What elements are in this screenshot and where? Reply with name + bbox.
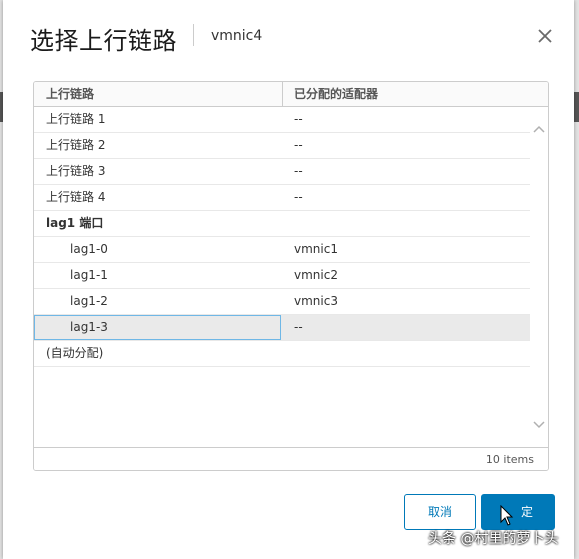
- table-row[interactable]: lag1-0 vmnic1: [34, 237, 530, 263]
- table-row[interactable]: (自动分配): [34, 341, 530, 367]
- close-icon: [538, 29, 552, 43]
- watermark: 头条 @村里的萝卜头: [428, 531, 559, 547]
- table-row-group-header: lag1 端口: [34, 211, 530, 237]
- cancel-button[interactable]: 取消: [404, 494, 476, 530]
- uplink-cell: lag1-1: [70, 268, 108, 282]
- table-row[interactable]: 上行链路 3 --: [34, 159, 530, 185]
- mouse-pointer-icon: [500, 505, 514, 526]
- column-header-uplink[interactable]: 上行链路: [46, 82, 94, 106]
- chevron-up-icon[interactable]: [532, 123, 546, 137]
- dialog-subtitle: vmnic4: [211, 28, 263, 44]
- grid-body: 上行链路 1 -- 上行链路 2 -- 上行链路 3 -- 上行链路 4 -- …: [34, 107, 530, 367]
- table-row[interactable]: 上行链路 4 --: [34, 185, 530, 211]
- select-uplink-dialog: 选择上行链路 vmnic4 上行链路 已分配的适配器 上行链路 1 -- 上行链…: [3, 0, 574, 559]
- table-row[interactable]: 上行链路 2 --: [34, 133, 530, 159]
- table-row-selected[interactable]: lag1-3 --: [34, 315, 530, 341]
- adapter-cell: vmnic1: [294, 242, 338, 256]
- lag-group-label: lag1 端口: [46, 216, 104, 230]
- backdrop-strip-right: [574, 92, 579, 122]
- uplink-cell: 上行链路 2: [46, 138, 106, 152]
- uplink-cell: 上行链路 4: [46, 190, 106, 204]
- adapter-cell: vmnic2: [294, 268, 338, 282]
- uplink-cell: 上行链路 1: [46, 112, 106, 126]
- table-row[interactable]: lag1-1 vmnic2: [34, 263, 530, 289]
- table-row[interactable]: 上行链路 1 --: [34, 107, 530, 133]
- dialog-title: 选择上行链路: [30, 27, 177, 55]
- adapter-cell: --: [294, 112, 303, 126]
- adapter-cell: --: [294, 164, 303, 178]
- grid-footer: 10 items: [34, 447, 548, 470]
- adapter-cell: --: [294, 190, 303, 204]
- adapter-cell: --: [294, 138, 303, 152]
- uplink-cell: (自动分配): [46, 346, 104, 360]
- uplink-cell: lag1-2: [70, 294, 108, 308]
- uplink-cell: lag1-3: [70, 320, 108, 334]
- uplink-grid: 上行链路 已分配的适配器 上行链路 1 -- 上行链路 2 -- 上行链路 3 …: [33, 81, 549, 471]
- vertical-scrollbar[interactable]: [530, 107, 548, 447]
- adapter-cell: vmnic3: [294, 294, 338, 308]
- column-header-adapter[interactable]: 已分配的适配器: [294, 82, 378, 106]
- uplink-cell: 上行链路 3: [46, 164, 106, 178]
- grid-header: 上行链路 已分配的适配器: [34, 82, 548, 107]
- item-count: 10 items: [485, 453, 534, 466]
- adapter-cell: --: [294, 320, 303, 334]
- table-row[interactable]: lag1-2 vmnic3: [34, 289, 530, 315]
- uplink-cell: lag1-0: [70, 242, 108, 256]
- chevron-down-icon[interactable]: [532, 417, 546, 431]
- title-divider: [193, 24, 194, 46]
- close-button[interactable]: [533, 24, 557, 48]
- ok-button[interactable]: 定: [481, 494, 555, 530]
- column-separator[interactable]: [282, 82, 283, 106]
